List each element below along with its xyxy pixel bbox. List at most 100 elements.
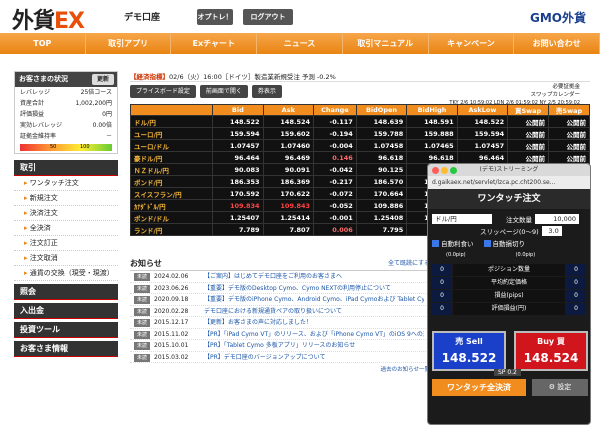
news-item[interactable]: 未読 2015.11.02 【PR】「iPad Cymo VT」のリリース、および「…: [130, 329, 430, 340]
rate-cell[interactable]: 186.353: [212, 175, 264, 188]
rate-cell[interactable]: 148.591: [406, 115, 458, 128]
sidebar-item[interactable]: 注文訂正: [14, 236, 118, 251]
rate-cell[interactable]: 公開前: [548, 139, 590, 152]
rate-cell[interactable]: 109.886: [355, 199, 408, 212]
rate-row[interactable]: ユーロ/ドル 1.07457 1.07460 -0.004 1.07458 1.07465…: [129, 139, 590, 152]
rate-cell[interactable]: 7.807: [262, 223, 315, 236]
rate-cell[interactable]: 96.469: [262, 151, 315, 164]
rate-cell[interactable]: 7.789: [212, 223, 264, 236]
nav-item[interactable]: 取引マニュアル: [343, 33, 429, 54]
rate-cell[interactable]: 1.25407: [212, 211, 264, 224]
auto-profit-checkbox[interactable]: [432, 239, 439, 247]
rate-cell[interactable]: 96.618: [355, 151, 408, 164]
news-item[interactable]: 未読 2020.02.28 デモ口座における新規通貨ペアの取り扱いについて: [130, 306, 430, 317]
nav-item[interactable]: 取引アプリ: [86, 33, 172, 54]
news-title-link[interactable]: 【PR】「Tablet Cymo 多板アプリ」リリースのお知らせ: [204, 340, 424, 351]
rate-cell[interactable]: 159.594: [212, 127, 264, 140]
ticker[interactable]: 【経済指標】02/6（火）16:00［ドイツ］製造業新規受注 予測 -0.2%: [130, 71, 590, 82]
prev-window-button[interactable]: 前画面で開く: [199, 85, 248, 98]
nav-item[interactable]: ニュース: [257, 33, 343, 54]
nav-item[interactable]: お問い合わせ: [514, 33, 600, 54]
close-icon[interactable]: [432, 167, 439, 174]
rate-cell[interactable]: 159.602: [262, 127, 315, 140]
news-title-link[interactable]: デモ口座における新規通貨ペアの取り扱いについて: [204, 306, 424, 317]
rate-row[interactable]: 豪ドル/円 96.464 96.469 0.146 96.618 96.618 96.464…: [129, 151, 590, 164]
news-title-link[interactable]: 【重要】デモ版のiPhone Cymo、Android Cymo、iPad Cy…: [204, 294, 424, 305]
rate-cell[interactable]: -0.217: [313, 175, 357, 188]
news-item[interactable]: 未読 2024.02.06 【ご案内】はじめてデモ口座をご利用のお客さまへ: [130, 271, 430, 283]
rate-cell[interactable]: 148.522: [212, 115, 264, 128]
quantity-input[interactable]: 10,000: [535, 214, 579, 224]
news-archive-link[interactable]: 過去のお知らせ一覧: [130, 365, 430, 373]
rate-cell[interactable]: 159.888: [406, 127, 458, 140]
news-item[interactable]: 未読 2023.06.26 【重要】デモ版のDesktop Cymo、Cymo NE…: [130, 283, 430, 294]
slippage-input[interactable]: 3.0: [541, 226, 562, 236]
nav-item[interactable]: Exチャート: [171, 33, 258, 54]
news-item[interactable]: 未読 2015.10.01 【PR】「Tablet Cymo 多板アプリ」リリースの…: [130, 340, 430, 352]
pair-select[interactable]: ドル/円: [432, 214, 492, 224]
rate-cell[interactable]: 170.622: [262, 187, 315, 200]
rate-cell[interactable]: -0.042: [313, 163, 357, 176]
options-button[interactable]: オプトレ！: [197, 9, 233, 25]
rate-cell[interactable]: 96.618: [406, 151, 458, 164]
rate-cell[interactable]: 148.524: [262, 115, 315, 128]
sidebar-item[interactable]: 注文取消: [14, 251, 118, 266]
sidebar-section[interactable]: 照会: [14, 284, 118, 300]
minimize-icon[interactable]: [441, 167, 448, 174]
rate-cell[interactable]: -0.052: [313, 199, 357, 212]
rate-cell[interactable]: 1.07457: [456, 139, 509, 152]
rate-cell[interactable]: 1.07460: [262, 139, 315, 152]
rate-cell[interactable]: 7.795: [355, 223, 408, 236]
sidebar-item[interactable]: 通貨の交換（現受・現渡）: [14, 266, 118, 281]
rate-cell[interactable]: 1.25414: [262, 211, 315, 224]
rate-cell[interactable]: 公開前: [507, 151, 550, 164]
rate-cell[interactable]: 公開前: [507, 139, 550, 152]
rate-cell[interactable]: 90.091: [262, 163, 315, 176]
sidebar-section[interactable]: 投資ツール: [14, 322, 118, 338]
rate-cell[interactable]: 1.25408: [355, 211, 408, 224]
rate-cell[interactable]: 96.464: [456, 151, 509, 164]
rate-cell[interactable]: -0.001: [313, 211, 357, 224]
rate-cell[interactable]: 0.006: [313, 223, 357, 236]
rate-cell[interactable]: 1.07458: [355, 139, 408, 152]
trade-section[interactable]: 取引: [14, 160, 118, 176]
sidebar-item[interactable]: 新規注文: [14, 191, 118, 206]
rate-row[interactable]: ドル/円 148.522 148.524 -0.117 148.639 148.591 14…: [129, 115, 590, 128]
nav-item[interactable]: TOP: [0, 33, 86, 54]
rate-cell[interactable]: 公開前: [548, 151, 590, 164]
news-title-link[interactable]: 【重要】デモ版のDesktop Cymo、Cymo NEXTの利用停止について: [204, 283, 424, 294]
rate-cell[interactable]: 公開前: [548, 115, 590, 128]
mark-all-read[interactable]: 全て既読にする: [388, 257, 430, 271]
show-ticket-button[interactable]: 券表示: [251, 85, 282, 98]
rate-cell[interactable]: -0.004: [313, 139, 357, 152]
rate-cell[interactable]: 186.369: [262, 175, 315, 188]
url-bar[interactable]: d.gaikaex.net/servlet/lzca.pc.cht200.se.…: [428, 176, 590, 189]
logo[interactable]: 外貨EX: [12, 3, 85, 35]
sidebar-item[interactable]: 決済注文: [14, 206, 118, 221]
zoom-icon[interactable]: [450, 167, 457, 174]
rate-cell[interactable]: 0.146: [313, 151, 357, 164]
sidebar-item[interactable]: ワンタッチ注文: [14, 176, 118, 191]
rate-cell[interactable]: -0.117: [313, 115, 357, 128]
news-title-link[interactable]: 【ご案内】はじめてデモ口座をご利用のお客さまへ: [204, 271, 424, 282]
update-button[interactable]: 更新: [91, 74, 114, 85]
rate-cell[interactable]: 148.522: [456, 115, 509, 128]
rate-cell[interactable]: 96.464: [212, 151, 264, 164]
sidebar-section[interactable]: 入出金: [14, 303, 118, 319]
rate-cell[interactable]: 90.083: [212, 163, 264, 176]
news-title-link[interactable]: 【PR】「iPad Cymo VT」のリリース、および「iPhone Cymo …: [204, 329, 424, 340]
close-all-button[interactable]: ワンタッチ全決済: [432, 379, 526, 396]
nav-item[interactable]: キャンペーン: [429, 33, 515, 54]
rate-cell[interactable]: 90.125: [355, 163, 408, 176]
rate-cell[interactable]: 公開前: [548, 127, 590, 140]
rate-cell[interactable]: 公開前: [507, 115, 550, 128]
news-title-link[interactable]: 【更新】お客さまの声に対応しました！: [204, 317, 424, 328]
rate-cell[interactable]: -0.072: [313, 187, 357, 200]
rate-cell[interactable]: -0.194: [313, 127, 357, 140]
rate-cell[interactable]: 1.07465: [406, 139, 458, 152]
rate-cell[interactable]: 109.834: [212, 199, 264, 212]
sell-button[interactable]: 売 Sell 148.522: [432, 331, 506, 371]
sidebar-section[interactable]: お客さま情報: [14, 341, 118, 357]
rate-cell[interactable]: 148.639: [355, 115, 408, 128]
rate-cell[interactable]: 1.07457: [212, 139, 264, 152]
